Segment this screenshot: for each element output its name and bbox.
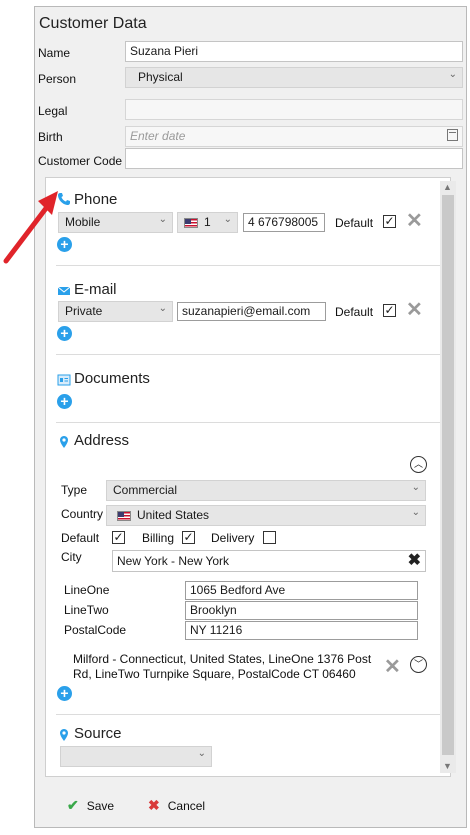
customer-code-field[interactable]: [125, 148, 463, 169]
chevron-down-icon: ⌄: [411, 482, 420, 493]
address-type-value: Commercial: [113, 483, 178, 497]
address-delivery-checkbox[interactable]: [263, 531, 276, 544]
address-country-select[interactable]: United States ⌄: [106, 505, 426, 526]
phone-number-input[interactable]: 4 676798005: [243, 213, 325, 232]
birth-placeholder: Enter date: [130, 129, 186, 143]
address-default-label: Default: [61, 531, 100, 545]
person-label: Person: [38, 72, 77, 86]
address-linetwo-label: LineTwo: [64, 603, 109, 617]
window-title: Customer Data: [39, 15, 147, 32]
email-default-checkbox[interactable]: ✓: [383, 304, 396, 317]
check-icon: ✔: [67, 797, 79, 813]
phone-type-value: Mobile: [65, 215, 101, 229]
clear-city-icon[interactable]: ✖: [408, 550, 421, 570]
chevron-down-icon: ⌄: [197, 748, 206, 759]
address-default-checkbox[interactable]: ✓: [112, 531, 125, 544]
location-pin-icon: [60, 436, 68, 448]
address-type-label: Type: [61, 483, 88, 497]
secondary-address-line1: Milford - Connecticut, United States, Li…: [73, 652, 372, 666]
source-select[interactable]: ⌄: [60, 746, 212, 767]
address-lineone-input[interactable]: 1065 Bedford Ave: [185, 581, 418, 600]
birth-label: Birth: [38, 130, 63, 144]
divider: [56, 714, 440, 715]
chevron-down-icon: ⌄: [411, 507, 420, 518]
divider: [56, 354, 440, 355]
us-flag-icon: [184, 217, 198, 228]
chevron-down-icon: ⌄: [448, 69, 457, 80]
address-country-value: United States: [137, 508, 210, 522]
address-postal-label: PostalCode: [64, 623, 127, 637]
address-billing-label: Billing: [142, 531, 175, 545]
scroll-down-icon[interactable]: ▼: [443, 761, 452, 771]
mail-icon: [57, 286, 71, 295]
secondary-address-line2: Rd, LineTwo Turnpike Square, PostalCode …: [73, 667, 356, 681]
document-icon: [57, 374, 71, 386]
phone-section-title: Phone: [74, 191, 118, 208]
address-delivery-label: Delivery: [211, 531, 255, 545]
person-value: Physical: [138, 70, 183, 84]
address-country-label: Country: [61, 507, 104, 521]
customer-code-label: Customer Code: [38, 154, 123, 168]
phone-country-select[interactable]: 1 ⌄: [177, 212, 238, 233]
chevron-down-icon: ⌄: [158, 303, 167, 314]
collapse-address-icon[interactable]: ︿: [410, 456, 427, 473]
us-flag-icon: [117, 510, 131, 521]
address-section-title: Address: [74, 432, 130, 449]
scrollbar-thumb[interactable]: [442, 195, 454, 755]
person-select[interactable]: Physical ⌄: [125, 67, 463, 88]
name-field[interactable]: Suzana Pieri: [125, 41, 463, 62]
cancel-x-icon: ✖: [148, 797, 160, 813]
expand-address-icon[interactable]: ﹀: [410, 656, 427, 673]
add-address-button[interactable]: +: [57, 686, 72, 701]
chevron-down-icon: ⌄: [223, 214, 232, 225]
phone-country-code: 1: [204, 215, 211, 229]
chevron-down-icon: ⌄: [158, 214, 167, 225]
add-email-button[interactable]: +: [57, 326, 72, 341]
email-section-title: E-mail: [74, 281, 117, 298]
save-label: Save: [86, 799, 115, 813]
remove-address-icon[interactable]: ✕: [384, 654, 401, 679]
cancel-label: Cancel: [167, 799, 206, 813]
documents-section-title: Documents: [74, 370, 150, 387]
divider: [56, 422, 440, 423]
email-type-select[interactable]: Private ⌄: [58, 301, 173, 322]
email-default-label: Default: [335, 305, 374, 319]
details-panel: Phone Mobile ⌄ 1 ⌄ 4 676798005 Default ✓…: [45, 177, 451, 777]
email-type-value: Private: [65, 304, 103, 318]
email-address-input[interactable]: suzanapieri@email.com: [177, 302, 326, 321]
scroll-up-icon[interactable]: ▲: [443, 182, 452, 192]
address-city-label: City: [61, 550, 82, 564]
address-lineone-label: LineOne: [64, 583, 110, 597]
phone-default-label: Default: [335, 216, 374, 230]
secondary-address-summary: Milford - Connecticut, United States, Li…: [73, 652, 371, 682]
address-city-input[interactable]: New York - New York ✖: [112, 550, 426, 572]
divider: [56, 265, 440, 266]
panel-scrollbar[interactable]: ▲ ▼: [440, 181, 456, 773]
address-linetwo-input[interactable]: Brooklyn: [185, 601, 418, 620]
birth-date-field[interactable]: Enter date: [125, 126, 463, 147]
annotation-arrow-icon: [3, 191, 58, 264]
legal-label: Legal: [38, 104, 68, 118]
save-button[interactable]: ✔ Save: [67, 797, 114, 814]
add-document-button[interactable]: +: [57, 394, 72, 409]
customer-data-window: Customer Data Name Suzana Pieri Person P…: [34, 6, 467, 828]
remove-email-icon[interactable]: ✕: [406, 297, 423, 322]
calendar-icon[interactable]: [447, 129, 458, 141]
location-pin-icon: [60, 729, 68, 741]
legal-field[interactable]: [125, 99, 463, 120]
remove-phone-icon[interactable]: ✕: [406, 208, 423, 233]
address-billing-checkbox[interactable]: ✓: [182, 531, 195, 544]
phone-type-select[interactable]: Mobile ⌄: [58, 212, 173, 233]
address-city-value: New York - New York: [117, 554, 230, 568]
phone-default-checkbox[interactable]: ✓: [383, 215, 396, 228]
cancel-button[interactable]: ✖ Cancel: [148, 797, 205, 814]
address-postal-input[interactable]: NY 11216: [185, 621, 418, 640]
address-type-select[interactable]: Commercial ⌄: [106, 480, 426, 501]
source-section-title: Source: [74, 725, 122, 742]
name-label: Name: [38, 46, 71, 60]
